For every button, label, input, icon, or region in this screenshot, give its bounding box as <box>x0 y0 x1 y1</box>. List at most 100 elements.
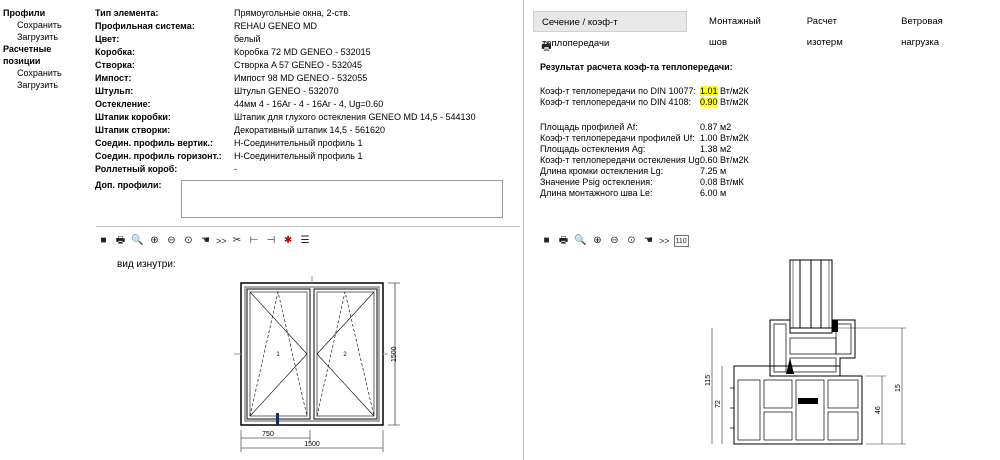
property-row: Коробка: Коробка 72 MD GENEO - 532015 <box>95 46 515 59</box>
property-value: Н-Соединительный профиль 1 <box>234 151 363 161</box>
result-value: 0.08 Вт/мК <box>700 177 744 187</box>
property-row: Соедин. профиль вертик.: Н-Соединительный… <box>95 137 515 150</box>
result-label: Длина монтажного шва Le: <box>540 188 653 198</box>
nav-positions-load[interactable]: Загрузить <box>3 79 91 91</box>
property-value: Декоративный штапик 14,5 - 561620 <box>234 125 385 135</box>
property-label: Коробка: <box>95 47 136 57</box>
property-label: Соедин. профиль горизонт.: <box>95 151 222 161</box>
dim-115-label: 115 <box>705 375 712 386</box>
tab-0[interactable]: Сечение / коэф-т теплопередачи <box>533 11 688 49</box>
profile-section-drawing: 115 72 46 15 <box>705 259 906 445</box>
property-value: Н-Соединительный профиль 1 <box>234 138 363 148</box>
results-panel: Результат расчета коэф-та теплопередачи:… <box>540 62 840 199</box>
property-value: - <box>234 164 237 174</box>
property-label: Профильная система: <box>95 21 195 31</box>
pan-hand-icon[interactable]: ☚ <box>199 235 212 248</box>
gasket-outer <box>832 320 838 332</box>
nav-profiles-load[interactable]: Загрузить <box>3 31 91 43</box>
next-icon[interactable]: >> <box>659 235 670 248</box>
zoom-out-icon[interactable]: ⊖ <box>608 235 621 248</box>
property-label: Створка: <box>95 60 135 70</box>
save-icon[interactable]: ■ <box>540 235 553 248</box>
tab-2[interactable]: Расчет изотерм <box>799 11 879 48</box>
din4108-unit: Вт/м2К <box>717 97 749 107</box>
property-row: Тип элемента: Прямоугольные окна, 2-ств. <box>95 7 515 20</box>
result-label: Площадь профилей Af: <box>540 122 638 132</box>
property-label: Соедин. профиль вертик.: <box>95 138 214 148</box>
burst-icon[interactable]: ✱ <box>282 235 295 248</box>
cut-icon[interactable]: ✂ <box>231 235 244 248</box>
zoom-icon[interactable]: 🔍 <box>131 235 144 248</box>
total-width-dimension-label: 1500 <box>304 441 320 448</box>
result-label: Длина кромки остекления Lg: <box>540 166 664 176</box>
print-icon[interactable]: 🖶 <box>540 41 553 54</box>
tab-bar: Сечение / коэф-т теплопередачи Монтажный … <box>533 11 1000 49</box>
sash-width-dimension-label: 750 <box>262 431 274 438</box>
property-value: Импост 98 MD GENEO - 532055 <box>234 73 368 83</box>
property-label: Штапик створки: <box>95 125 171 135</box>
result-value: 1.38 м2 <box>700 144 732 154</box>
nav-profiles[interactable]: Профили <box>3 7 91 19</box>
next-icon[interactable]: >> <box>216 235 227 248</box>
property-label: Цвет: <box>95 34 120 44</box>
property-row: Остекление: 44мм 4 - 16Ar - 4 - 16Ar - 4,… <box>95 98 515 111</box>
property-label: Штапик коробки: <box>95 112 171 122</box>
inside-view-label: вид изнутри: <box>117 259 176 270</box>
pan-hand-icon[interactable]: ☚ <box>642 235 655 248</box>
tab-1[interactable]: Монтажный шов <box>701 11 785 48</box>
scale-icon[interactable]: 110 <box>673 235 689 247</box>
result-value: 1.00 Вт/м2К <box>700 133 749 143</box>
result-value: 7.25 м <box>700 166 727 176</box>
zoom-fit-icon[interactable]: ⊙ <box>182 235 195 248</box>
zoom-in-icon[interactable]: ⊕ <box>148 235 161 248</box>
nav-positions[interactable]: Расчетные позиции <box>3 43 91 67</box>
dimension-left-icon[interactable]: ⊢ <box>248 235 261 248</box>
result-value: 6.00 м <box>700 188 727 198</box>
result-value: 0.87 м2 <box>700 122 732 132</box>
property-value: Штульп GENEO - 532070 <box>234 86 339 96</box>
print-icon[interactable]: 🖶 <box>557 235 570 248</box>
result-row: Значение Psig остекления: 0.08 Вт/мК <box>540 177 840 188</box>
property-label: Остекление: <box>95 99 151 109</box>
result-row: Коэф-т теплопередачи остекления Ug: 0.60 … <box>540 155 840 166</box>
zoom-fit-icon[interactable]: ⊙ <box>625 235 638 248</box>
list-icon[interactable]: ☰ <box>299 235 312 248</box>
result-row: Длина монтажного шва Le: 6.00 м <box>540 188 840 199</box>
window-frame-outer <box>240 282 384 426</box>
property-row: Штульп: Штульп GENEO - 532070 <box>95 85 515 98</box>
property-row: Профильная система: REHAU GENEO MD <box>95 20 515 33</box>
save-icon[interactable]: ■ <box>97 235 110 248</box>
nav-positions-save[interactable]: Сохранить <box>3 67 91 79</box>
result-label: Площадь остекления Ag: <box>540 144 646 154</box>
print-icon[interactable]: 🖶 <box>114 235 127 248</box>
property-row: Штапик коробки: Штапик для глухого остекл… <box>95 111 515 124</box>
height-dimension-label: 1500 <box>391 346 398 362</box>
steel-reinforcement <box>798 398 818 404</box>
sash-2-number: 2 <box>343 352 347 358</box>
result-row: Площадь профилей Af: 0.87 м2 <box>540 122 840 133</box>
property-label: Тип элемента: <box>95 8 159 18</box>
result-row: Площадь остекления Ag: 1.38 м2 <box>540 144 840 155</box>
property-row: Роллетный короб: - <box>95 163 515 176</box>
din10077-value: 1.01 <box>700 86 718 96</box>
property-row: Цвет: белый <box>95 33 515 46</box>
result-row: Коэф-т теплопередачи профилей Uf: 1.00 Вт… <box>540 133 840 144</box>
din10077-unit: Вт/м2К <box>717 86 749 96</box>
nav-profiles-save[interactable]: Сохранить <box>3 19 91 31</box>
vertical-divider <box>523 0 524 460</box>
property-row: Штапик створки: Декоративный штапик 14,5 … <box>95 124 515 137</box>
zoom-in-icon[interactable]: ⊕ <box>591 235 604 248</box>
result-value: 0.60 Вт/м2К <box>700 155 749 165</box>
window-handle <box>276 413 279 426</box>
zoom-icon[interactable]: 🔍 <box>574 235 587 248</box>
result-label: Значение Psig остекления: <box>540 177 653 187</box>
result-label: Коэф-т теплопередачи остекления Ug: <box>540 155 703 165</box>
dim-15-label: 15 <box>895 384 902 392</box>
tab-3[interactable]: Ветровая нагрузка <box>893 11 986 48</box>
dimension-right-icon[interactable]: ⊣ <box>265 235 278 248</box>
extra-profiles-box[interactable] <box>181 180 503 218</box>
property-value: Штапик для глухого остекления GENEO MD 1… <box>234 112 476 122</box>
zoom-out-icon[interactable]: ⊖ <box>165 235 178 248</box>
left-nav: Профили Сохранить Загрузить Расчетные по… <box>3 7 91 91</box>
window-drawing: 1 2 1500 750 1500 <box>234 276 400 452</box>
